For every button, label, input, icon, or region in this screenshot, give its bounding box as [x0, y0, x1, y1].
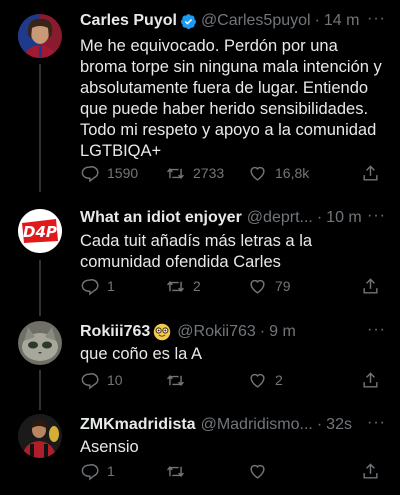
avatar[interactable] [18, 321, 62, 365]
reply-icon [81, 165, 99, 183]
heart-icon [250, 279, 265, 294]
share-icon [363, 164, 378, 181]
heart-icon [250, 166, 265, 181]
retweet-icon [167, 280, 184, 292]
retweet-icon [167, 465, 184, 477]
tweet-header: What an idiot enjoyer @deprt... · 10 m [80, 207, 388, 229]
tweet-actions: 1 [80, 459, 380, 483]
share-button[interactable] [361, 462, 380, 481]
handle[interactable]: @Madridismo... [201, 416, 313, 434]
retweet-icon [167, 167, 184, 179]
tweet-text: que coño es la A [80, 345, 203, 363]
tweet-header: Carles Puyol @Carles5puyol · 14 m [80, 10, 388, 32]
avatar[interactable] [18, 14, 62, 58]
tweet-actions: 10 2 [80, 368, 380, 392]
verified-badge-icon [181, 13, 196, 29]
reply-icon [81, 372, 99, 390]
handle[interactable]: @Rokii763 [177, 323, 256, 341]
display-name[interactable]: Rokiii763 [80, 323, 150, 341]
reply-count: 1590 [107, 165, 139, 181]
retweet-count: 2733 [193, 165, 225, 181]
timestamp[interactable]: 14 m [324, 12, 360, 30]
avatar[interactable] [18, 414, 62, 458]
share-button[interactable] [361, 164, 380, 183]
reply-icon [81, 278, 99, 296]
handle[interactable]: @Carles5puyol [201, 12, 311, 30]
retweet-count: 2 [193, 278, 201, 294]
more-options-icon[interactable]: ··· [367, 321, 386, 339]
tweet-zmkmadridista[interactable]: ZMKmadridista @Madridismo... · 32s ··· A… [0, 402, 400, 495]
reply-count: 1 [107, 463, 115, 479]
retweet-button[interactable]: 2 [166, 277, 240, 296]
retweet-button[interactable]: 2733 [166, 164, 240, 183]
timestamp[interactable]: 32s [326, 416, 352, 434]
reply-button[interactable]: 10 [80, 371, 154, 390]
tweet-text: Asensio [80, 438, 139, 456]
like-count: 2 [275, 372, 283, 388]
share-button[interactable] [361, 277, 380, 296]
heart-icon [250, 373, 265, 388]
tweet-text: Me he equivocado. Perdón por una broma t… [80, 37, 382, 160]
display-name[interactable]: Carles Puyol [80, 12, 177, 30]
avatar[interactable]: D4P [18, 209, 62, 253]
more-options-icon[interactable]: ··· [367, 414, 386, 432]
more-options-icon[interactable]: ··· [367, 207, 386, 225]
share-button[interactable] [361, 371, 380, 390]
like-count: 79 [275, 278, 291, 294]
share-icon [363, 277, 378, 294]
timestamp[interactable]: 9 m [269, 323, 296, 341]
like-count: 16,8k [275, 165, 310, 181]
retweet-button[interactable] [166, 371, 240, 390]
share-icon [363, 462, 378, 479]
like-button[interactable]: 2 [248, 371, 322, 390]
avatar-logo-text: D4P [23, 223, 57, 241]
more-options-icon[interactable]: ··· [367, 10, 386, 28]
separator: · [314, 12, 320, 29]
like-button[interactable]: 16,8k [248, 164, 322, 183]
reply-count: 10 [107, 372, 123, 388]
tweet-carles-puyol[interactable]: Carles Puyol @Carles5puyol · 14 m ··· Me… [0, 0, 400, 195]
reply-button[interactable]: 1 [80, 277, 154, 296]
reply-button[interactable]: 1 [80, 462, 154, 481]
retweet-button[interactable] [166, 462, 240, 481]
separator: · [316, 209, 323, 226]
display-name[interactable]: What an idiot enjoyer [80, 209, 242, 227]
tweet-what-an-idiot-enjoyer[interactable]: D4P What an idiot enjoyer @deprt... · 10… [0, 195, 400, 307]
timestamp[interactable]: 10 m [326, 209, 362, 227]
tweet-actions: 1 2 79 [80, 274, 380, 298]
tweet-header: ZMKmadridista @Madridismo... · 32s [80, 414, 388, 436]
handle[interactable]: @deprt... [247, 209, 313, 227]
share-icon [363, 371, 378, 388]
tweet-text: Cada tuit añadís más letras a la comunid… [80, 232, 313, 271]
separator: · [316, 416, 323, 433]
like-button[interactable]: 79 [248, 277, 322, 296]
tweet-header: Rokiii763 @Rokii763 · 9 m [80, 321, 388, 343]
tweet-rokiii763[interactable]: Rokiii763 @Rokii763 · 9 m ··· que coño e… [0, 307, 400, 402]
reply-count: 1 [107, 278, 115, 294]
separator: · [259, 323, 266, 340]
like-button[interactable] [248, 462, 322, 481]
tweet-actions: 1590 2733 16,8k [80, 161, 380, 185]
retweet-icon [167, 374, 184, 386]
display-name[interactable]: ZMKmadridista [80, 416, 196, 434]
reply-button[interactable]: 1590 [80, 164, 154, 183]
nerd-face-emoji-icon [154, 323, 171, 341]
heart-icon [250, 464, 265, 479]
reply-icon [81, 463, 99, 481]
